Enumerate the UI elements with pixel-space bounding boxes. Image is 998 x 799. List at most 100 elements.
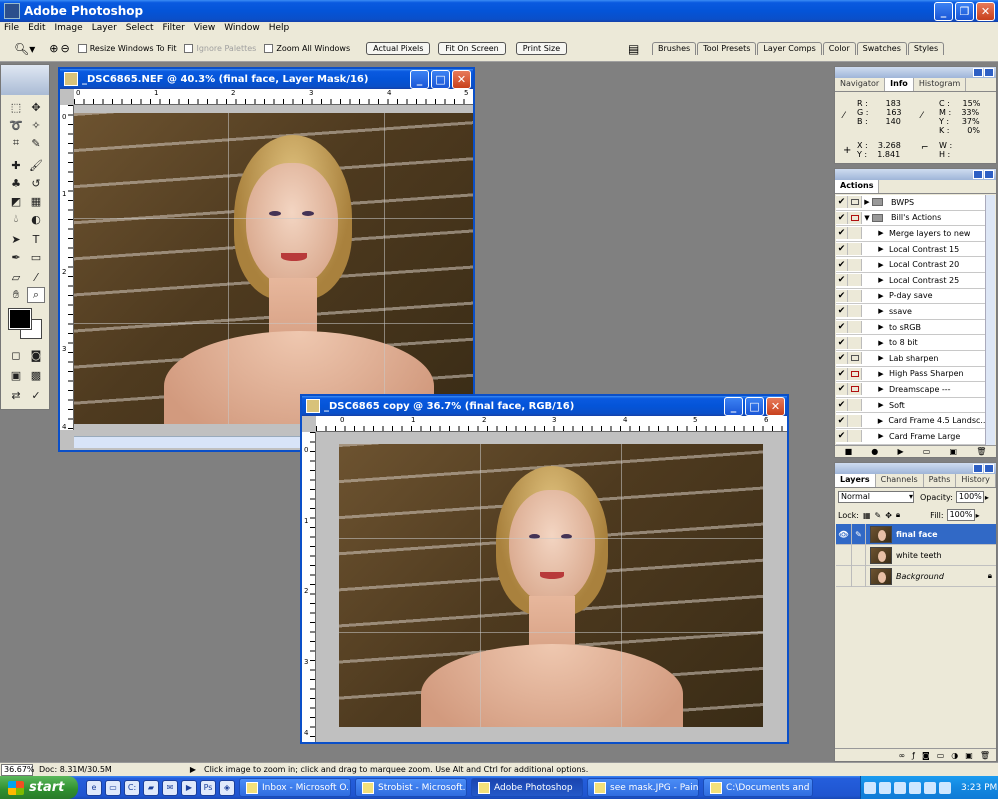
tray-update-icon[interactable]	[909, 781, 921, 794]
toggle-dialog-icon[interactable]	[848, 367, 862, 380]
bridge-icon[interactable]: ◈	[219, 779, 235, 796]
history-brush-tool-icon[interactable]: ↺	[27, 175, 45, 191]
ignore-palettes-checkbox[interactable]: Ignore Palettes	[184, 44, 256, 53]
toggle-item-checkbox[interactable]: ✔	[836, 211, 848, 224]
action-item[interactable]: ✔ ▶ Local Contrast 15	[836, 241, 986, 258]
link-layers-icon[interactable]: ∞	[898, 751, 905, 760]
tab-history[interactable]: History	[956, 474, 996, 487]
taskbar-button[interactable]: Inbox - Microsoft O...	[239, 778, 351, 797]
well-tab-brushes[interactable]: Brushes	[652, 42, 697, 55]
new-group-icon[interactable]: ▭	[937, 751, 945, 760]
action-item[interactable]: ✔ ▶ Soft	[836, 397, 986, 414]
doc-maximize-button[interactable]: □	[745, 396, 764, 416]
lock-position-icon[interactable]: ✥	[885, 511, 892, 520]
play-icon[interactable]: ▶	[897, 447, 903, 456]
new-layer-icon[interactable]: ▣	[965, 751, 973, 760]
quick-mask-mode-icon[interactable]: ◙	[27, 347, 45, 363]
tray-network-icon[interactable]	[864, 781, 876, 794]
toggle-dialog-icon[interactable]	[848, 289, 862, 302]
eyedropper-tool-icon[interactable]: ⁄	[27, 269, 45, 285]
taskbar-button[interactable]: Strobist - Microsoft...	[355, 778, 467, 797]
doc-close-button[interactable]: ✕	[766, 396, 785, 416]
tab-navigator[interactable]: Navigator	[835, 78, 886, 91]
action-item[interactable]: ✔ ▶ Local Contrast 20	[836, 257, 986, 273]
app-title-bar[interactable]: Adobe Photoshop _ ❐ ✕	[0, 0, 998, 22]
opacity-input[interactable]: 100%	[955, 491, 984, 503]
notes-tool-icon[interactable]: ▱	[7, 269, 25, 285]
pen-tool-icon[interactable]: ✒	[7, 249, 25, 265]
actions-scrollbar[interactable]	[985, 195, 995, 445]
taskbar-button[interactable]: Adobe Photoshop	[471, 778, 583, 797]
menu-window[interactable]: Window	[220, 22, 265, 36]
toggle-dialog-icon[interactable]	[847, 414, 862, 427]
toggle-dialog-icon[interactable]	[848, 336, 862, 349]
toggle-item-checkbox[interactable]: ✔	[836, 289, 848, 302]
restore-button[interactable]: ❐	[955, 1, 974, 21]
screen-mode-icon[interactable]: ▣	[7, 367, 25, 383]
expand-triangle-icon[interactable]: ▶	[862, 198, 872, 206]
tab-actions[interactable]: Actions	[835, 180, 880, 193]
jump-to-imageready-icon[interactable]: ⇄	[7, 387, 25, 403]
fill-input[interactable]: 100%	[946, 509, 975, 521]
canvas-image[interactable]	[74, 113, 473, 424]
palette-title-bar[interactable]	[835, 169, 996, 180]
toolbox-header[interactable]	[1, 65, 49, 95]
toggle-item-checkbox[interactable]: ✔	[836, 383, 848, 396]
start-button[interactable]: start	[0, 776, 78, 799]
lock-all-icon[interactable]: 🔒︎	[896, 510, 900, 520]
type-tool-icon[interactable]: T	[27, 231, 45, 247]
expand-triangle-icon[interactable]: ▶	[876, 401, 886, 409]
expand-triangle-icon[interactable]: ▶	[876, 370, 886, 378]
expand-triangle-icon[interactable]: ▶	[876, 261, 886, 269]
brush-link-icon[interactable]: ✎	[852, 523, 866, 545]
action-item[interactable]: ✔ ▶ ssave	[836, 304, 986, 320]
tray-safely-remove-icon[interactable]	[939, 781, 951, 794]
lock-transparency-icon[interactable]: ▦	[863, 511, 871, 520]
tray-antivirus-icon[interactable]	[924, 781, 936, 794]
blur-tool-icon[interactable]: 💧︎	[7, 211, 25, 227]
zoom-tool-preset-icon[interactable]: 🔍︎▾	[14, 42, 35, 56]
cmd-icon[interactable]: C:	[124, 779, 140, 796]
toggle-item-checkbox[interactable]: ✔	[836, 352, 848, 365]
slice-tool-icon[interactable]: ✎	[27, 135, 45, 151]
expand-triangle-icon[interactable]: ▼	[862, 214, 872, 222]
toggle-item-checkbox[interactable]: ✔	[836, 227, 848, 240]
expand-triangle-icon[interactable]: ▶	[876, 229, 886, 237]
doc-minimize-button[interactable]: _	[724, 396, 743, 416]
toggle-item-checkbox[interactable]: ✔	[836, 305, 848, 318]
expand-triangle-icon[interactable]: ▶	[876, 417, 886, 425]
hand-tool-icon[interactable]: ✋︎	[7, 287, 25, 303]
document-size[interactable]: Doc: 8.31M/30.5M	[39, 765, 112, 774]
file-browser-icon[interactable]: ▤	[628, 42, 639, 56]
zoom-out-icon[interactable]: ⊖	[60, 42, 69, 55]
status-arrow-icon[interactable]: ▶	[190, 765, 196, 774]
expand-triangle-icon[interactable]: ▶	[876, 432, 886, 440]
toggle-dialog-icon[interactable]	[848, 196, 862, 209]
action-item[interactable]: ✔ ▼ Bill's Actions	[836, 210, 986, 227]
tab-layers[interactable]: Layers	[835, 474, 876, 487]
toggle-item-checkbox[interactable]: ✔	[836, 243, 848, 256]
toggle-item-checkbox[interactable]: ✔	[836, 258, 848, 271]
toggle-dialog-icon[interactable]	[848, 352, 862, 365]
lock-image-icon[interactable]: ✎	[875, 511, 882, 520]
marquee-tool-icon[interactable]: ⬚	[7, 99, 25, 115]
blend-mode-select[interactable]: Normal ▾	[838, 491, 914, 503]
show-desktop-icon[interactable]: ▭	[105, 779, 121, 796]
standard-mode-icon[interactable]: ◻	[7, 347, 25, 363]
action-item[interactable]: ✔ ▶ Dreamscape ---	[836, 382, 986, 398]
document-title-bar[interactable]: _DSC6865 copy @ 36.7% (final face, RGB/1…	[302, 396, 787, 416]
stop-icon[interactable]: ■	[845, 447, 853, 456]
action-item[interactable]: ✔ ▶ Card Frame 4.5 Landsc...	[836, 413, 986, 429]
taskbar-button[interactable]: see mask.JPG - Paint	[587, 778, 699, 797]
layer-style-icon[interactable]: ƒ	[912, 751, 915, 760]
action-item[interactable]: ✔ ▶ High Pass Sharpen	[836, 366, 986, 383]
palette-close-icon[interactable]	[984, 170, 994, 179]
dodge-tool-icon[interactable]: ◐	[27, 211, 45, 227]
new-action-icon[interactable]: ▣	[949, 447, 957, 456]
palette-minimize-icon[interactable]	[973, 68, 983, 77]
full-screen-mode-icon[interactable]: ▩	[27, 367, 45, 383]
palette-title-bar[interactable]	[835, 463, 996, 474]
magic-wand-tool-icon[interactable]: ✧	[27, 117, 45, 133]
record-icon[interactable]: ●	[871, 447, 878, 456]
toggle-item-checkbox[interactable]: ✔	[836, 321, 848, 334]
